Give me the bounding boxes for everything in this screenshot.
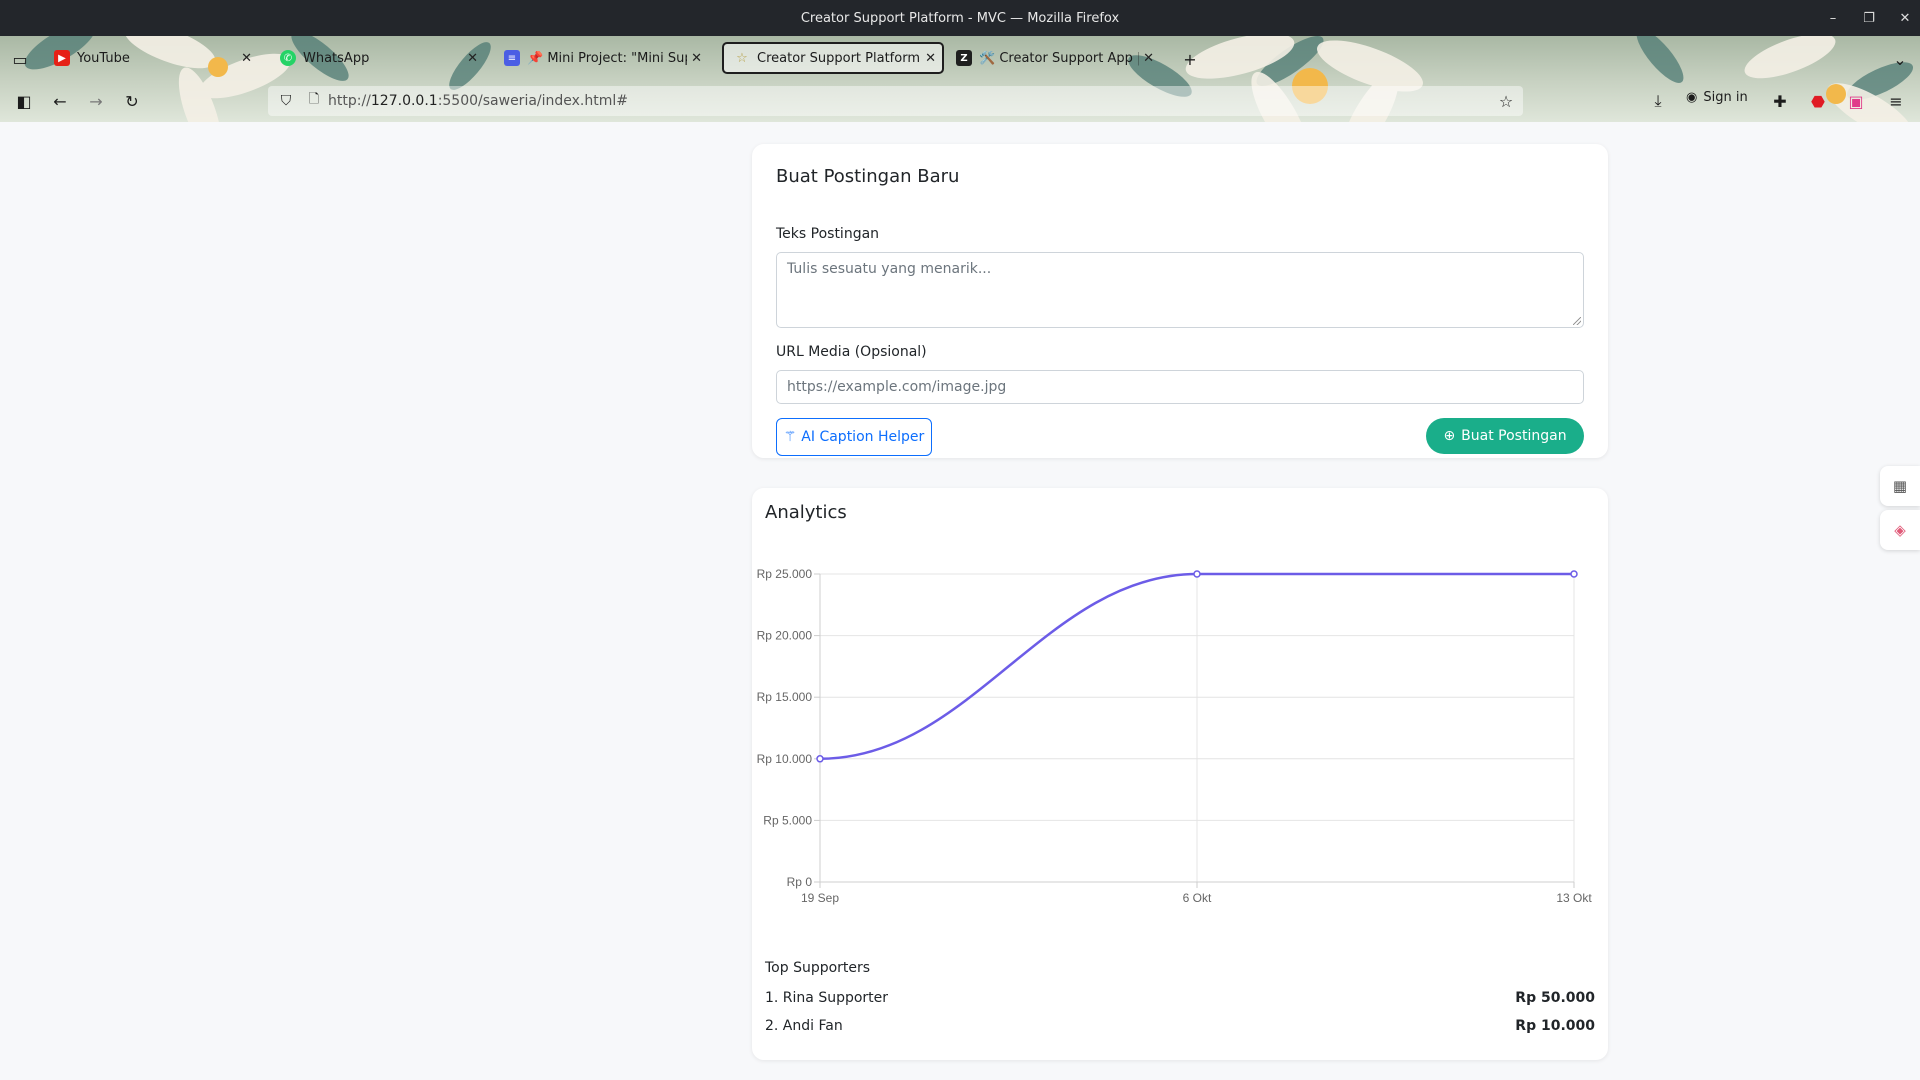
downloads-icon[interactable]: ⤓ bbox=[1648, 91, 1668, 111]
post-text-input[interactable]: Tulis sesuatu yang menarik... bbox=[776, 252, 1584, 328]
window-titlebar: Creator Support Platform - MVC — Mozilla… bbox=[0, 0, 1920, 36]
page-info-icon[interactable]: 🗋 bbox=[304, 91, 324, 111]
youtube-icon: ▶ bbox=[54, 50, 70, 66]
create-post-button[interactable]: ⊕ Buat Postingan bbox=[1426, 418, 1584, 454]
close-tab-icon[interactable]: ✕ bbox=[925, 51, 936, 66]
back-icon[interactable]: ← bbox=[50, 91, 70, 111]
analytics-chart: Rp 0 Rp 5.000 Rp 10.000 Rp 15.000 Rp 20.000 R… bbox=[752, 528, 1608, 958]
window-title: Creator Support Platform - MVC — Mozilla… bbox=[800, 10, 1120, 26]
resize-handle-icon[interactable] bbox=[1573, 317, 1581, 325]
translate-extension-icon[interactable]: ▣ bbox=[1846, 91, 1866, 111]
reload-icon[interactable]: ↻ bbox=[122, 91, 142, 111]
qr-code-icon[interactable]: ▦ bbox=[1880, 466, 1920, 506]
document-icon: ≡ bbox=[504, 50, 520, 66]
supporter-row: 2. Andi Fan Rp 10.000 bbox=[765, 1012, 1595, 1040]
forward-icon[interactable]: → bbox=[86, 91, 106, 111]
y-tick-label: Rp 10.000 bbox=[757, 752, 813, 766]
post-text-placeholder: Tulis sesuatu yang menarik... bbox=[787, 261, 992, 277]
shield-icon[interactable]: ⛉ bbox=[276, 91, 296, 111]
adblock-extension-icon[interactable]: ⬣ bbox=[1808, 91, 1828, 111]
navigation-toolbar: ◧ ← → ↻ ⛉ 🗋 http://127.0.0.1:5500/saweri… bbox=[0, 80, 1920, 122]
supporter-amount: Rp 10.000 bbox=[1515, 1018, 1595, 1034]
y-tick-label: Rp 0 bbox=[787, 875, 813, 889]
media-url-placeholder: https://example.com/image.jpg bbox=[787, 379, 1007, 395]
url-host: 127.0.0.1 bbox=[370, 93, 438, 109]
z-icon: Z bbox=[956, 50, 972, 66]
create-post-title: Buat Postingan Baru bbox=[776, 166, 960, 187]
close-tab-icon[interactable]: ✕ bbox=[241, 51, 252, 66]
y-tick-label: Rp 5.000 bbox=[763, 813, 812, 827]
extensions-icon[interactable]: ✚ bbox=[1770, 91, 1790, 111]
data-point bbox=[1193, 570, 1201, 578]
x-tick-label: 13 Okt bbox=[1556, 891, 1592, 905]
ai-caption-helper-button[interactable]: ⚚ AI Caption Helper bbox=[776, 418, 932, 456]
x-tick-label: 19 Sep bbox=[801, 891, 839, 905]
tab-mini-project[interactable]: ≡ 📌 Mini Project: "Mini Suppo ✕ bbox=[504, 42, 708, 74]
x-tick-label: 6 Okt bbox=[1183, 891, 1212, 905]
list-all-tabs-icon[interactable]: ⌄ bbox=[1890, 49, 1910, 69]
menu-icon[interactable]: ≡ bbox=[1886, 91, 1906, 111]
supporter-name: 2. Andi Fan bbox=[765, 1018, 843, 1034]
tab-strip: ▭ ▶ YouTube ✕ ✆ WhatsApp ✕ ≡ 📌 Mini Proj… bbox=[0, 36, 1920, 80]
close-tab-icon[interactable]: ✕ bbox=[1143, 51, 1154, 66]
create-post-card: Buat Postingan Baru Teks Postingan Tulis… bbox=[752, 144, 1608, 458]
y-tick-label: Rp 20.000 bbox=[757, 629, 813, 643]
whatsapp-icon: ✆ bbox=[280, 50, 296, 66]
bookmark-star-icon[interactable]: ☆ bbox=[1496, 91, 1516, 111]
url-rest: :5500/saweria/index.html# bbox=[437, 93, 628, 109]
line-chart: Rp 0 Rp 5.000 Rp 10.000 Rp 15.000 Rp 20.000 R… bbox=[757, 567, 1593, 905]
tab-youtube[interactable]: ▶ YouTube ✕ bbox=[54, 42, 258, 74]
close-tab-icon[interactable]: ✕ bbox=[467, 51, 478, 66]
tab-creator-support-platform[interactable]: ☆ Creator Support Platform - M ✕ bbox=[722, 42, 944, 74]
media-url-label: URL Media (Opsional) bbox=[776, 344, 927, 360]
url-bar[interactable]: ⛉ 🗋 http://127.0.0.1:5500/saweria/index.… bbox=[268, 86, 1523, 116]
window-controls: – ❐ ✕ bbox=[1826, 0, 1912, 36]
sidebar-toggle-icon[interactable]: ◧ bbox=[14, 91, 34, 111]
tab-overview-icon[interactable]: ▭ bbox=[10, 49, 30, 69]
minimize-icon[interactable]: – bbox=[1826, 11, 1840, 26]
top-supporters: Top Supporters 1. Rina Supporter Rp 50.0… bbox=[765, 960, 1595, 1040]
y-tick-label: Rp 15.000 bbox=[757, 690, 813, 704]
top-supporters-title: Top Supporters bbox=[765, 960, 871, 976]
plus-circle-icon: ⊕ bbox=[1443, 428, 1456, 444]
tab-creator-support-app[interactable]: Z 🛠️ Creator Support App | Z ✕ bbox=[956, 42, 1160, 74]
y-tick-label: Rp 25.000 bbox=[757, 567, 813, 581]
account-icon: ◉ bbox=[1686, 90, 1698, 105]
data-point bbox=[1570, 570, 1578, 578]
url-prefix: http:// bbox=[328, 93, 371, 109]
page-content: Buat Postingan Baru Teks Postingan Tulis… bbox=[0, 122, 1920, 1080]
supporter-row: 1. Rina Supporter Rp 50.000 bbox=[765, 984, 1595, 1012]
data-point bbox=[816, 755, 824, 763]
star-icon: ☆ bbox=[736, 50, 748, 66]
account-sign-in[interactable]: ◉ Sign in bbox=[1686, 90, 1748, 105]
close-tab-icon[interactable]: ✕ bbox=[691, 51, 702, 66]
supporter-amount: Rp 50.000 bbox=[1515, 990, 1595, 1006]
supporter-name: 1. Rina Supporter bbox=[765, 990, 889, 1006]
browser-chrome: ▭ ▶ YouTube ✕ ✆ WhatsApp ✕ ≡ 📌 Mini Proj… bbox=[0, 36, 1920, 122]
new-tab-icon[interactable]: + bbox=[1180, 49, 1200, 69]
tab-whatsapp[interactable]: ✆ WhatsApp ✕ bbox=[280, 42, 484, 74]
media-url-input[interactable]: https://example.com/image.jpg bbox=[776, 370, 1584, 404]
analytics-title: Analytics bbox=[765, 502, 847, 523]
close-window-icon[interactable]: ✕ bbox=[1898, 11, 1912, 26]
restore-icon[interactable]: ❐ bbox=[1862, 11, 1876, 26]
translate-side-icon[interactable]: ◈ bbox=[1880, 510, 1920, 550]
analytics-card: Analytics Rp 0 Rp 5.000 Rp 10.000 Rp 15.000… bbox=[752, 488, 1608, 1060]
post-text-label: Teks Postingan bbox=[776, 226, 880, 242]
magic-wand-icon: ⚚ bbox=[783, 429, 797, 445]
